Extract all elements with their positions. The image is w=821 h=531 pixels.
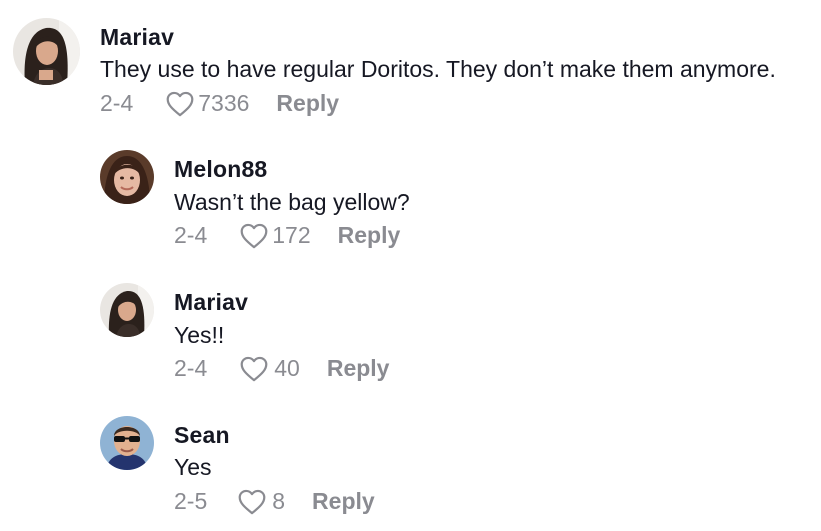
comment-meta: 2-4 7336 Reply (100, 89, 339, 117)
reply-button[interactable]: Reply (338, 222, 401, 249)
heart-outline-icon (238, 489, 266, 514)
reply-item: Sean Yes 2-5 8 Reply (0, 396, 821, 531)
like-count: 172 (272, 221, 311, 248)
like-button[interactable]: 8 (237, 488, 285, 515)
like-button[interactable]: 7336 (165, 90, 249, 117)
woman-long-dark-hair-avatar-icon (13, 18, 80, 85)
like-button[interactable]: 40 (239, 355, 300, 382)
comment-meta: 2-4 40 Reply (174, 354, 389, 382)
comment-username[interactable]: Mariav (100, 24, 174, 51)
comment-date: 2-4 (174, 221, 208, 248)
avatar[interactable] (100, 283, 154, 337)
man-sunglasses-avatar-icon (100, 416, 154, 470)
comment-meta: 2-4 172 Reply (174, 221, 400, 249)
like-count: 8 (272, 487, 286, 514)
comment-username[interactable]: Mariav (174, 289, 248, 316)
heart-outline-icon (240, 356, 268, 381)
reply-button[interactable]: Reply (276, 90, 339, 117)
comment-date: 2-5 (174, 487, 208, 514)
comment-text: They use to have regular Doritos. They d… (100, 56, 776, 82)
reply-button[interactable]: Reply (312, 488, 375, 515)
comment-text: Yes (174, 454, 212, 480)
comment-meta: 2-5 8 Reply (174, 487, 375, 515)
comment-text: Yes!! (174, 322, 225, 348)
avatar[interactable] (100, 150, 154, 204)
heart-outline-icon (240, 223, 268, 248)
woman-short-hair-avatar-icon (100, 150, 154, 204)
reply-item: Melon88 Wasn’t the bag yellow? 2-4 172 R… (0, 130, 821, 263)
avatar[interactable] (13, 18, 80, 85)
like-count: 7336 (198, 89, 250, 116)
comment-username[interactable]: Melon88 (174, 156, 267, 183)
reply-button[interactable]: Reply (327, 355, 390, 382)
comment-username[interactable]: Sean (174, 422, 230, 449)
comment-date: 2-4 (174, 354, 208, 381)
like-button[interactable]: 172 (239, 221, 311, 249)
comment-text: Wasn’t the bag yellow? (174, 189, 410, 215)
reply-item: Mariav Yes!! 2-4 40 Reply (0, 263, 821, 396)
woman-long-dark-hair-avatar-icon (100, 283, 154, 337)
avatar[interactable] (100, 416, 154, 470)
comment-item: Mariav They use to have regular Doritos.… (0, 0, 821, 130)
like-count: 40 (274, 354, 300, 381)
comment-date: 2-4 (100, 89, 134, 116)
heart-outline-icon (166, 91, 194, 116)
